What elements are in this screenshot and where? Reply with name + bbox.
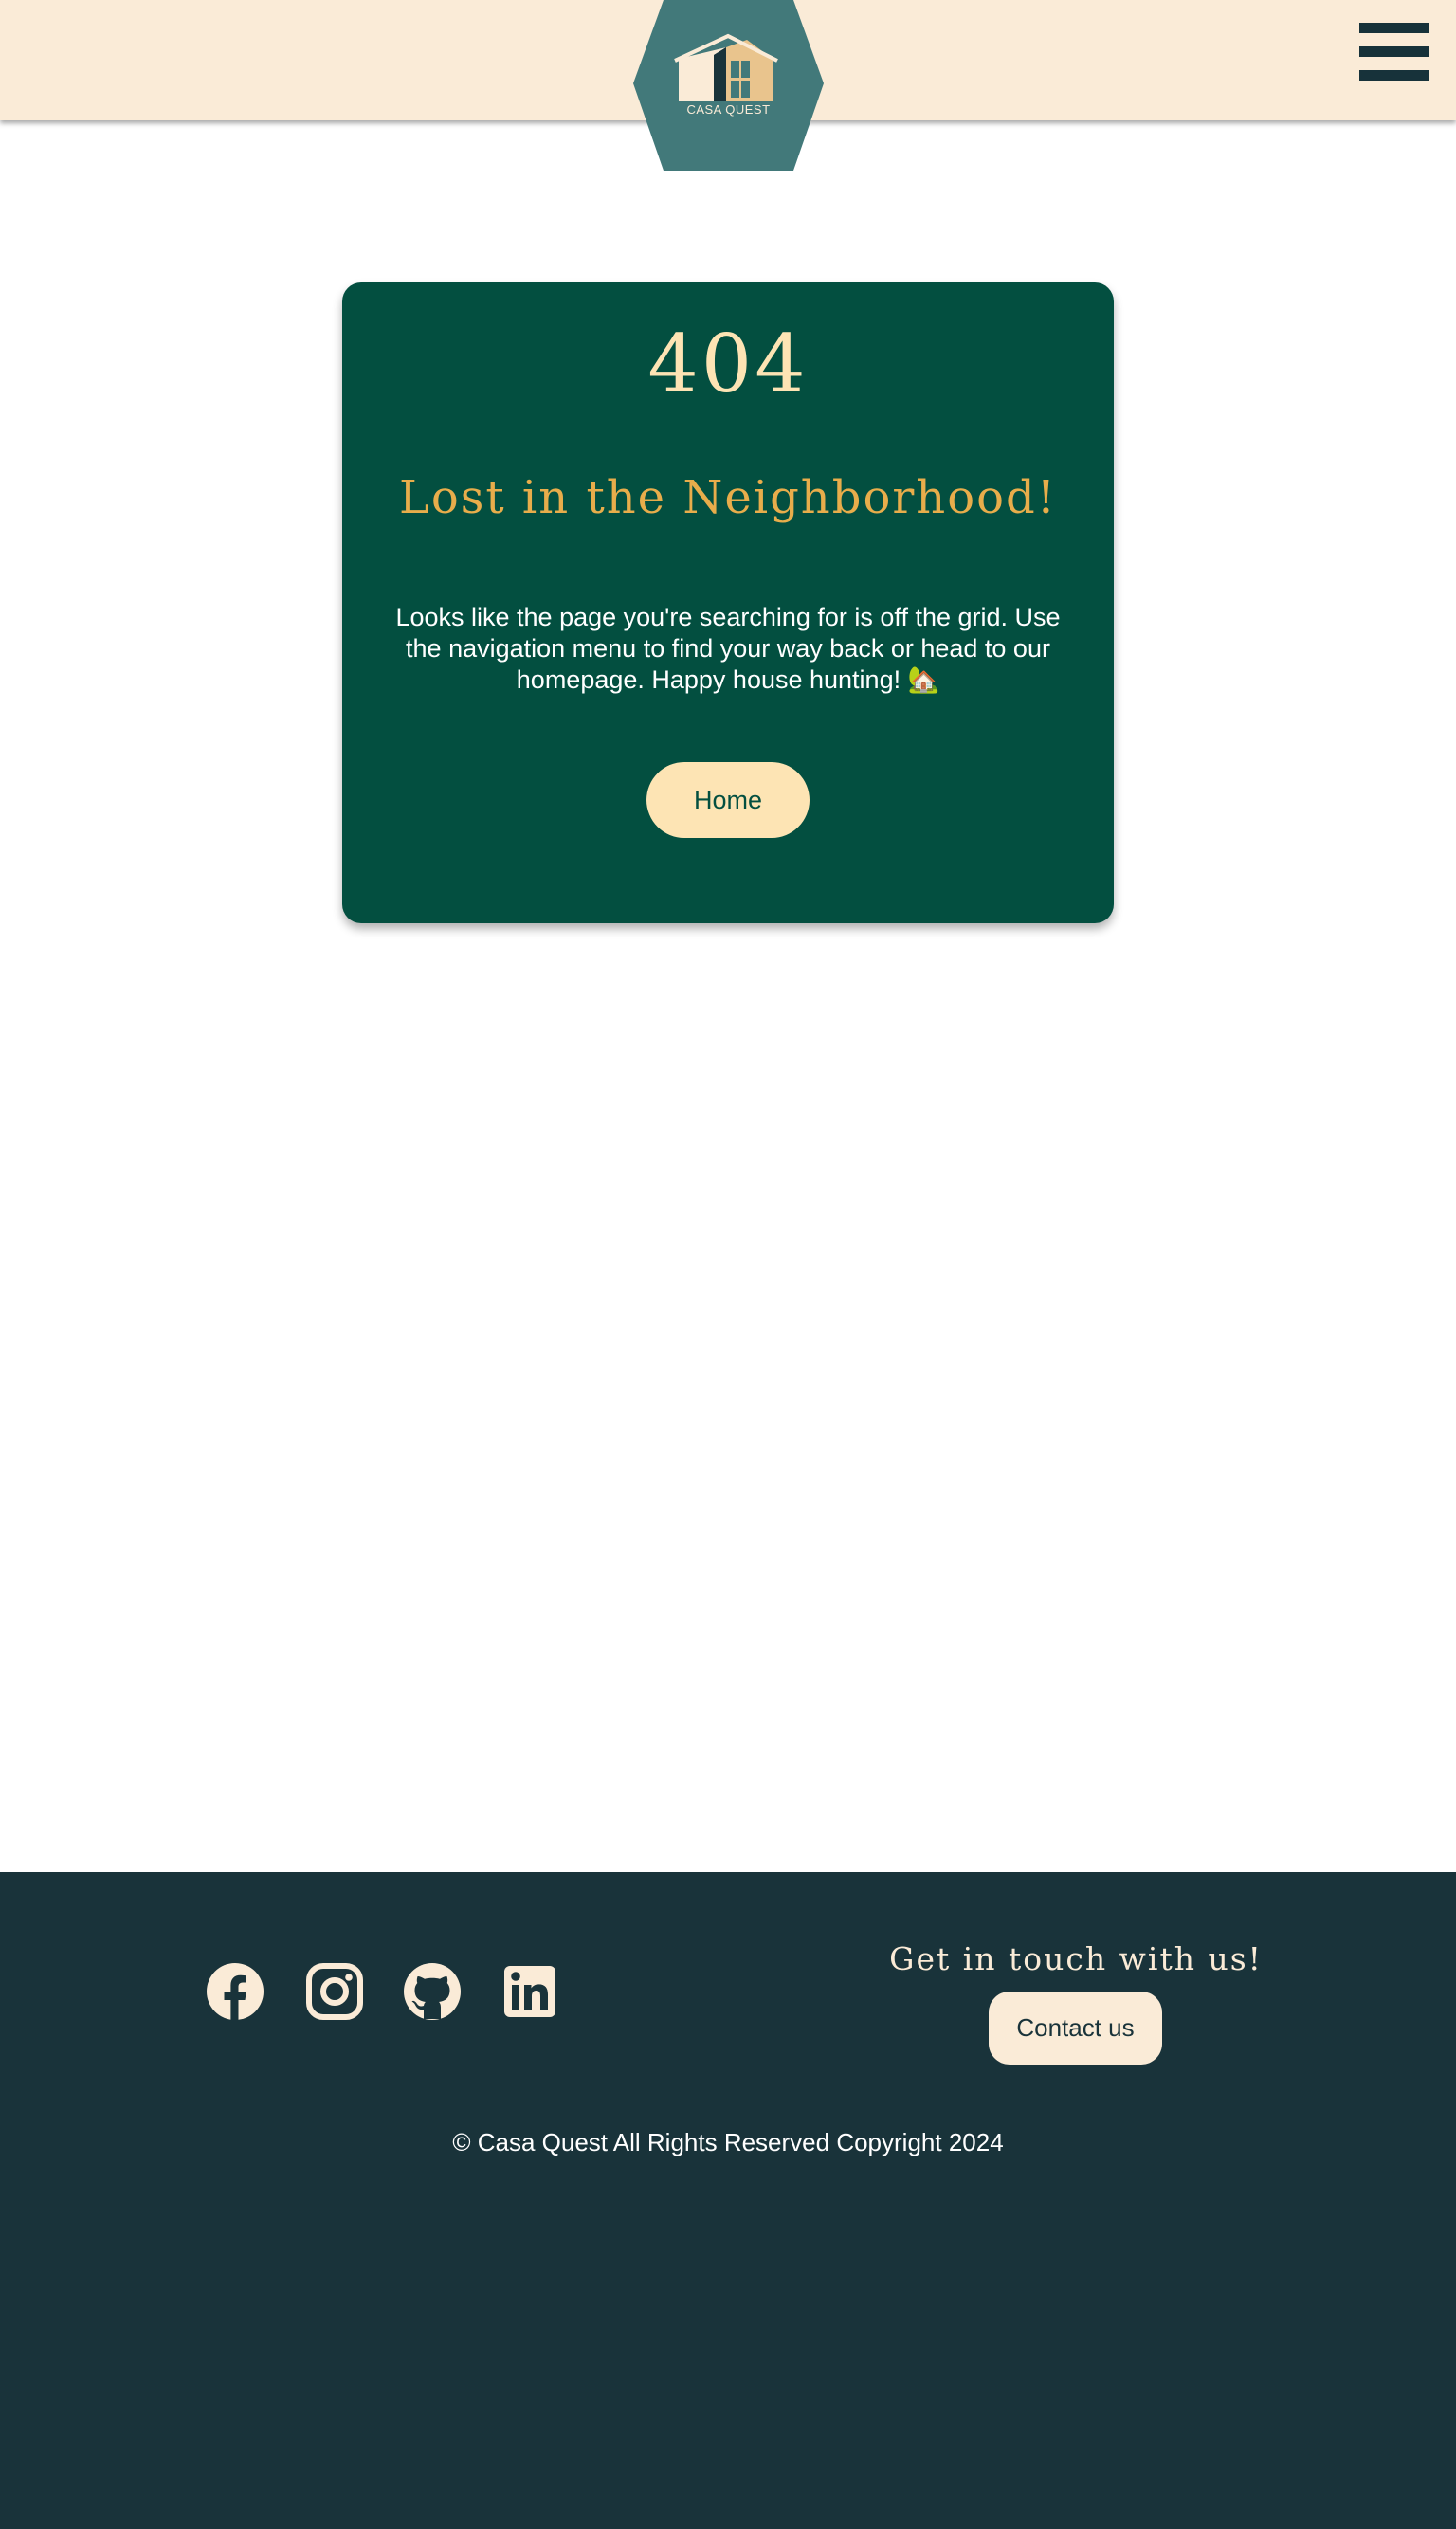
- menu-bar-top: [1359, 23, 1429, 33]
- logo-text: CASA QUEST: [686, 102, 770, 117]
- get-in-touch-heading: Get in touch with us!: [889, 1940, 1263, 1977]
- error-message: Looks like the page you're searching for…: [395, 603, 1061, 694]
- contact-us-button[interactable]: Contact us: [989, 1992, 1162, 2065]
- error-code: 404: [647, 318, 809, 410]
- github-icon[interactable]: [403, 1962, 462, 2021]
- error-card: 404 Lost in the Neighborhood! Looks like…: [342, 282, 1114, 923]
- home-button[interactable]: Home: [646, 762, 810, 838]
- logo[interactable]: CASA QUEST: [633, 0, 824, 171]
- menu-bar-bottom: [1359, 70, 1429, 81]
- facebook-icon[interactable]: [206, 1962, 264, 2021]
- hamburger-menu-icon[interactable]: [1359, 23, 1429, 82]
- copyright-text: © Casa Quest All Rights Reserved Copyrig…: [452, 2128, 1004, 2156]
- error-title: Lost in the Neighborhood!: [398, 471, 1058, 524]
- menu-bar-middle: [1359, 46, 1429, 57]
- linkedin-icon[interactable]: [502, 1962, 561, 2021]
- instagram-icon[interactable]: [305, 1962, 364, 2021]
